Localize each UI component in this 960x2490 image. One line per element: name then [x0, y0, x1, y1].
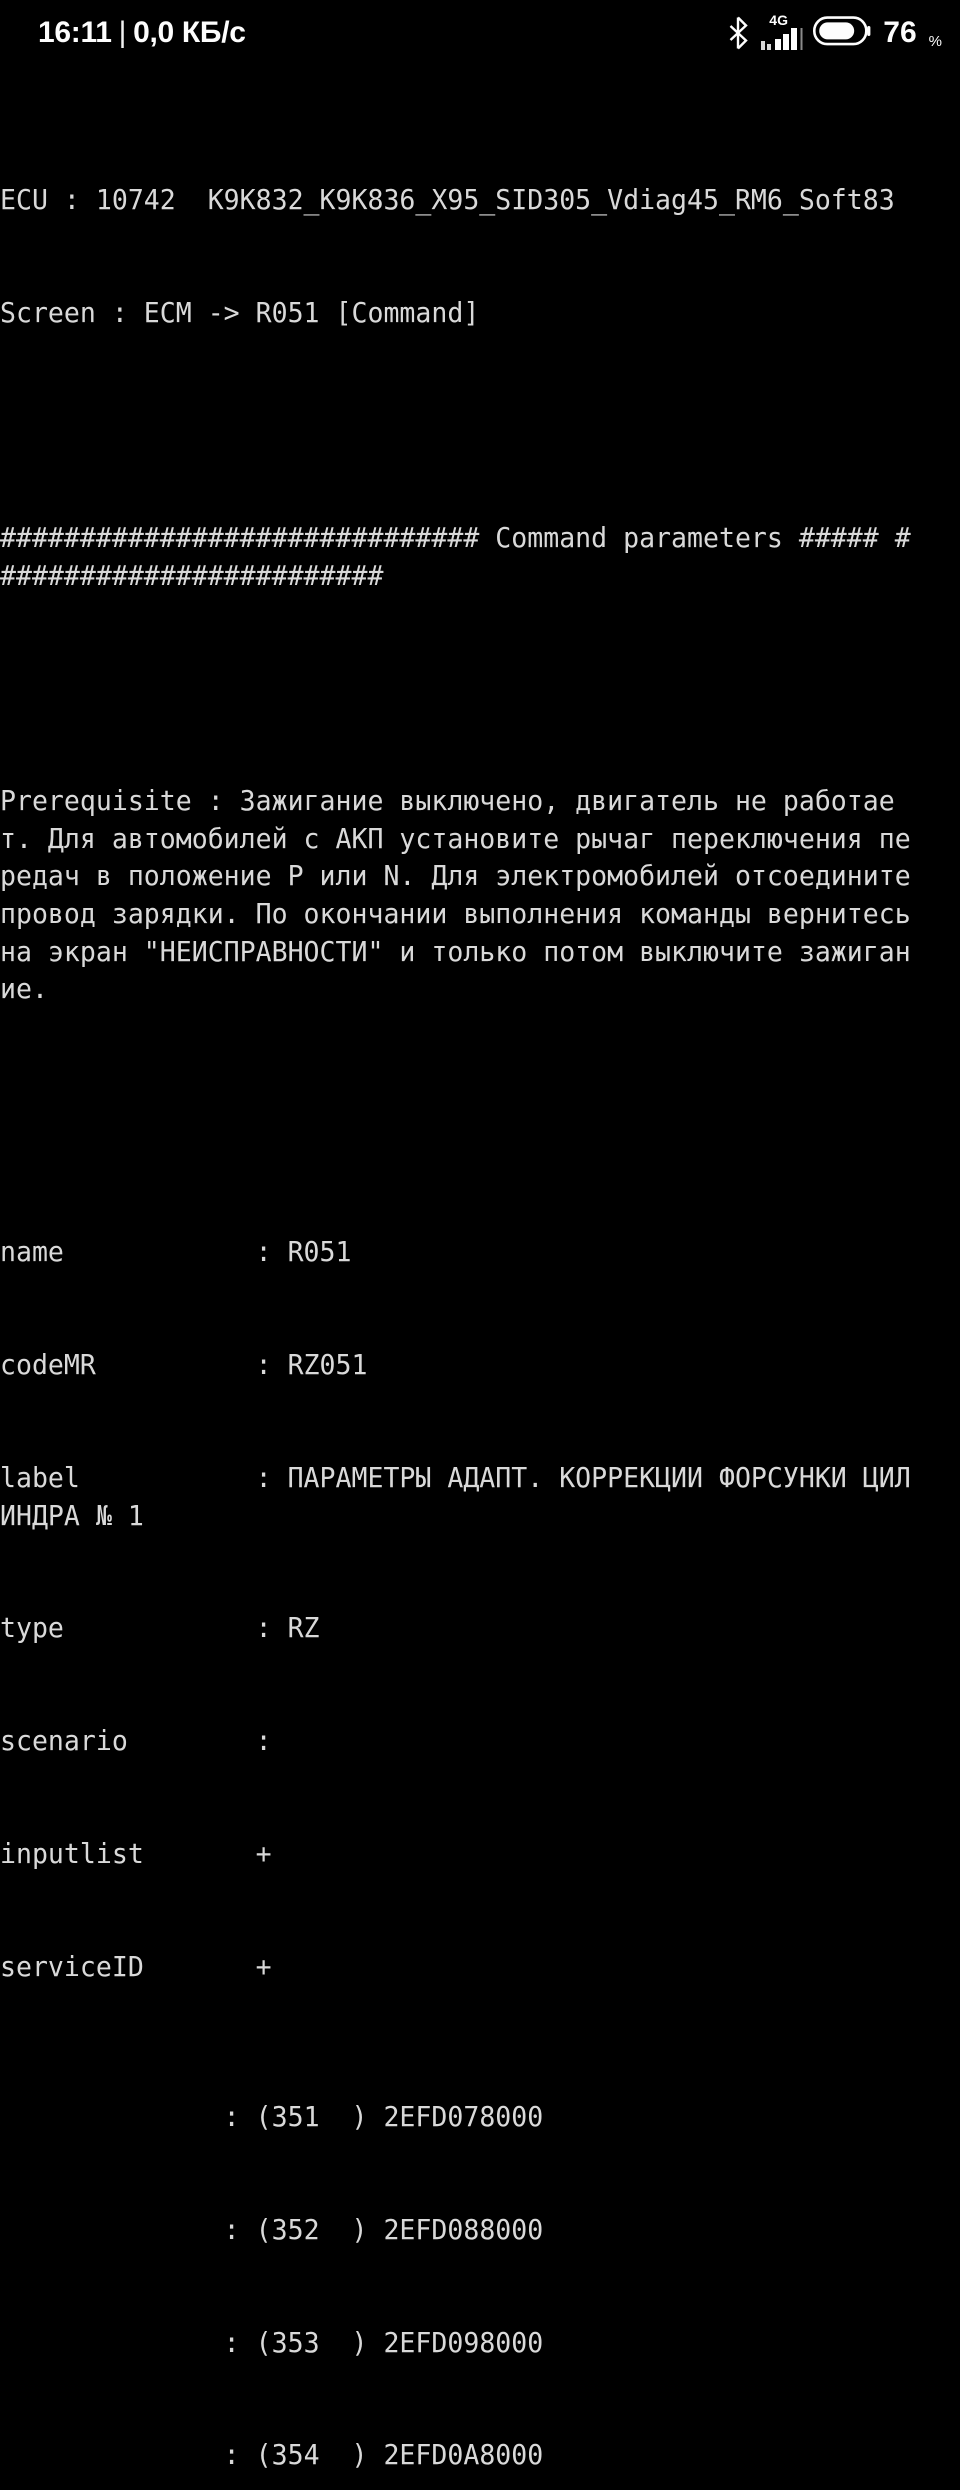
service-entry-351: : (351 ) 2EFD078000: [0, 2101, 544, 2134]
bluetooth-icon: [727, 16, 749, 50]
spacer-3: [0, 1084, 960, 1122]
screen-path-line: Screen : ECM -> R051 [Command]: [0, 296, 480, 329]
service-entry-353: : (353 ) 2EFD098000: [0, 2326, 544, 2359]
field-row-label: label : ПАРАМЕТРЫ АДАПТ. КОРРЕКЦИИ ФОРСУ…: [0, 1461, 911, 1532]
clock: 16:11: [38, 16, 112, 49]
spacer-1: [0, 407, 960, 445]
field-row-scenario: scenario :: [0, 1725, 272, 1758]
service-entry-354: : (354 ) 2EFD0A8000: [0, 2439, 544, 2472]
battery-percent-unit: %: [928, 33, 942, 50]
field-row-codemr: codeMR : RZ051: [0, 1349, 368, 1382]
status-separator: |: [118, 16, 127, 49]
section-banner: ############################## Command p…: [0, 522, 911, 592]
field-row-serviceid: serviceID +: [0, 1950, 272, 1983]
field-row-inputlist: inputlist +: [0, 1837, 272, 1870]
field-row-type: type : RZ: [0, 1612, 320, 1645]
network-generation-label: 4G: [769, 12, 788, 28]
signal-bars-icon: [761, 27, 803, 53]
status-bar-left: 16:11 | 0,0 КБ/с: [38, 16, 246, 50]
signal-strength-indicator: 4G: [761, 13, 803, 53]
status-bar-right: 4G 76 %: [727, 13, 942, 53]
battery-icon: [813, 15, 871, 51]
battery-percent-label: 76: [883, 16, 917, 49]
ecu-info-line: ECU : 10742 K9K832_K9K836_X95_SID305_Vdi…: [0, 183, 895, 216]
terminal-output[interactable]: ECU : 10742 K9K832_K9K836_X95_SID305_Vdi…: [0, 66, 960, 2490]
service-entry-352: : (352 ) 2EFD088000: [0, 2213, 544, 2246]
prerequisite-text: Prerequisite : Зажигание выключено, двиг…: [0, 785, 927, 1006]
field-row-name: name : R051: [0, 1236, 352, 1269]
network-speed-indicator: 0,0 КБ/с: [133, 16, 246, 49]
status-bar: 16:11 | 0,0 КБ/с 4G 76 %: [0, 0, 960, 66]
spacer-2: [0, 671, 960, 709]
